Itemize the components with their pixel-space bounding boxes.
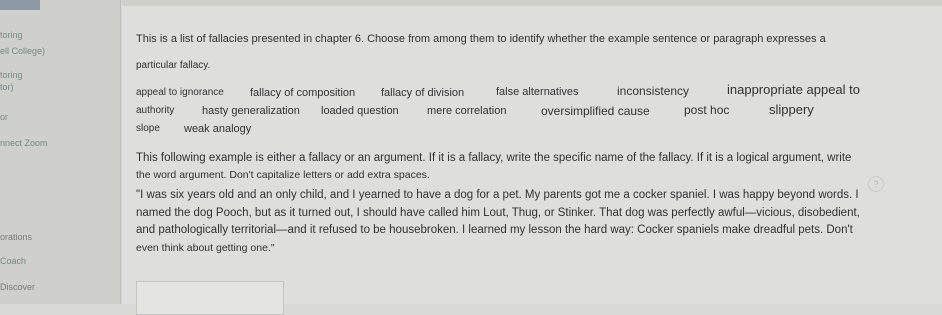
- sidebar-header: [0, 0, 40, 10]
- fallacy-item: fallacy of composition: [250, 87, 356, 99]
- fallacy-item: oversimplified cause: [541, 104, 650, 118]
- fallacy-item: weak analogy: [184, 123, 252, 135]
- fallacy-item: inappropriate appeal to: [727, 82, 860, 97]
- sidebar-item-coach[interactable]: Coach: [0, 256, 26, 266]
- fallacy-item: hasty generalization: [202, 105, 300, 117]
- example-line-3: and pathologically territorial—and it re…: [136, 224, 853, 236]
- fallacy-item: slippery: [769, 102, 814, 117]
- fallacy-item: slope: [136, 123, 160, 134]
- fallacy-item: post hoc: [684, 103, 730, 117]
- fallacy-item: loaded question: [321, 105, 399, 117]
- fallacy-item: fallacy of division: [381, 87, 465, 99]
- sidebar-item-integrations[interactable]: orations: [0, 232, 32, 242]
- fallacy-item: appeal to ignorance: [136, 87, 224, 98]
- course-sidebar: toring ell College) toring tor) or nnect…: [0, 0, 121, 304]
- sidebar-item-tutoring[interactable]: toring: [0, 30, 23, 40]
- example-line-1: "I was six years old and an only child, …: [136, 189, 859, 201]
- sidebar-item-tutoring-2[interactable]: toring: [0, 70, 23, 80]
- intro-text-line-2: particular fallacy.: [136, 60, 211, 71]
- answer-input[interactable]: [136, 281, 284, 315]
- sidebar-item-college[interactable]: ell College): [0, 46, 45, 56]
- question-mark-icon[interactable]: ?: [868, 176, 884, 192]
- intro-text-line-1: This is a list of fallacies presented in…: [136, 33, 826, 45]
- fallacy-item: false alternatives: [496, 86, 579, 98]
- fallacy-item: inconsistency: [617, 84, 690, 98]
- fallacy-item: mere correlation: [427, 105, 507, 117]
- top-strip: [122, 0, 942, 6]
- sidebar-item-connect-zoom[interactable]: nnect Zoom: [0, 138, 48, 148]
- question-panel: This is a list of fallacies presented in…: [122, 0, 942, 315]
- fallacy-item: authority: [136, 105, 175, 116]
- sidebar-item-or[interactable]: or: [0, 112, 8, 122]
- sidebar-item-tutor[interactable]: tor): [0, 82, 14, 92]
- sidebar-item-discover[interactable]: Discover: [0, 282, 35, 292]
- instruction-line-1: This following example is either a falla…: [136, 152, 852, 164]
- example-line-2: named the dog Pooch, but as it turned ou…: [136, 207, 860, 219]
- example-line-4: even think about getting one.": [136, 242, 275, 254]
- instruction-line-2: the word argument. Don't capitalize lett…: [136, 169, 430, 181]
